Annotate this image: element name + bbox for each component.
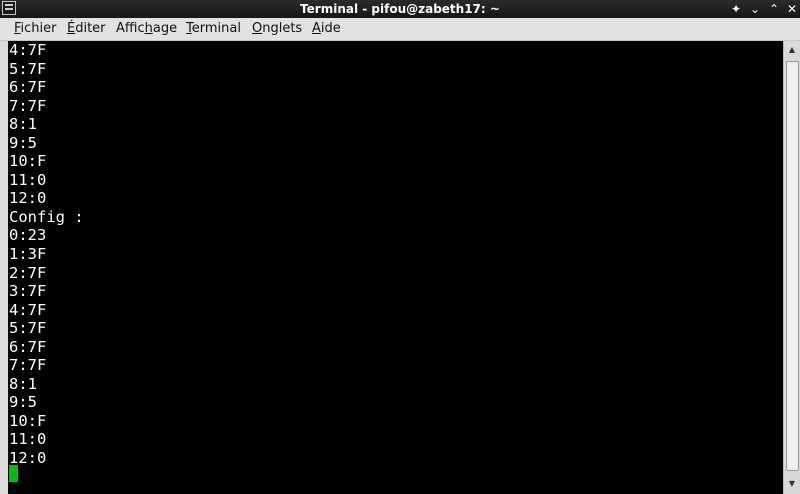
vertical-scrollbar[interactable]: ▲ ▼	[783, 41, 800, 494]
minimize-icon[interactable]: ⌄	[746, 0, 764, 18]
terminal-line: 12:0	[9, 449, 47, 468]
scroll-down-arrow-icon[interactable]: ▼	[784, 477, 800, 491]
terminal-line: 8:1	[9, 374, 37, 393]
scroll-up-arrow-icon[interactable]: ▲	[784, 43, 800, 57]
maximize-icon[interactable]: ⌃	[765, 0, 783, 18]
terminal-line: 2:7F	[9, 263, 47, 282]
terminal-line: 4:7F	[9, 300, 47, 319]
terminal-line: 7:7F	[9, 356, 47, 375]
terminal-output[interactable]: 4:7F 5:7F 6:7F 7:7F 8:1 9:5 10:F 11:0 12:0 Config…	[8, 41, 783, 494]
window-title: Terminal - pifou@zabeth17: ~	[300, 2, 500, 16]
terminal-text: 4:7F 5:7F 6:7F 7:7F 8:1 9:5 10:F 11:0 12:0 Config…	[9, 41, 84, 468]
terminal-line: 7:7F	[9, 96, 47, 115]
terminal-line: 11:0	[9, 430, 47, 449]
terminal-cursor	[9, 465, 18, 482]
menu-aide[interactable]: Aide	[312, 21, 341, 37]
scrollbar-thumb[interactable]	[786, 61, 799, 471]
menu-bar: Fichier Éditer Affichage Terminal Onglet…	[0, 18, 800, 41]
terminal-line: 9:5	[9, 133, 37, 152]
terminal-line: 0:23	[9, 226, 47, 245]
terminal-line: 6:7F	[9, 78, 47, 97]
close-icon[interactable]: ✕	[783, 0, 800, 18]
title-bar[interactable]: Terminal - pifou@zabeth17: ~ ✦ ⌄ ⌃ ✕	[0, 0, 800, 18]
terminal-line: 11:0	[9, 170, 47, 189]
terminal-line: 9:5	[9, 393, 37, 412]
menu-terminal[interactable]: Terminal	[186, 21, 241, 37]
terminal-line: 8:1	[9, 115, 37, 134]
terminal-line: 4:7F	[9, 41, 47, 59]
terminal-line: 3:7F	[9, 282, 47, 301]
terminal-line: 1:3F	[9, 245, 47, 264]
terminal-line: 10:F	[9, 411, 47, 430]
terminal-line: 5:7F	[9, 319, 47, 338]
terminal-line: 12:0	[9, 189, 47, 208]
menu-editer[interactable]: Éditer	[67, 21, 106, 37]
menu-affichage[interactable]: Affichage	[116, 21, 177, 37]
sticky-icon[interactable]: ✦	[727, 0, 745, 18]
terminal-line: 5:7F	[9, 59, 47, 78]
terminal-line: Config :	[9, 207, 84, 226]
terminal-line: 10:F	[9, 152, 47, 171]
terminal-window: Terminal - pifou@zabeth17: ~ ✦ ⌄ ⌃ ✕ Fic…	[0, 0, 800, 494]
terminal-line: 6:7F	[9, 337, 47, 356]
menu-onglets[interactable]: Onglets	[252, 21, 302, 37]
menu-fichier[interactable]: Fichier	[14, 21, 57, 37]
